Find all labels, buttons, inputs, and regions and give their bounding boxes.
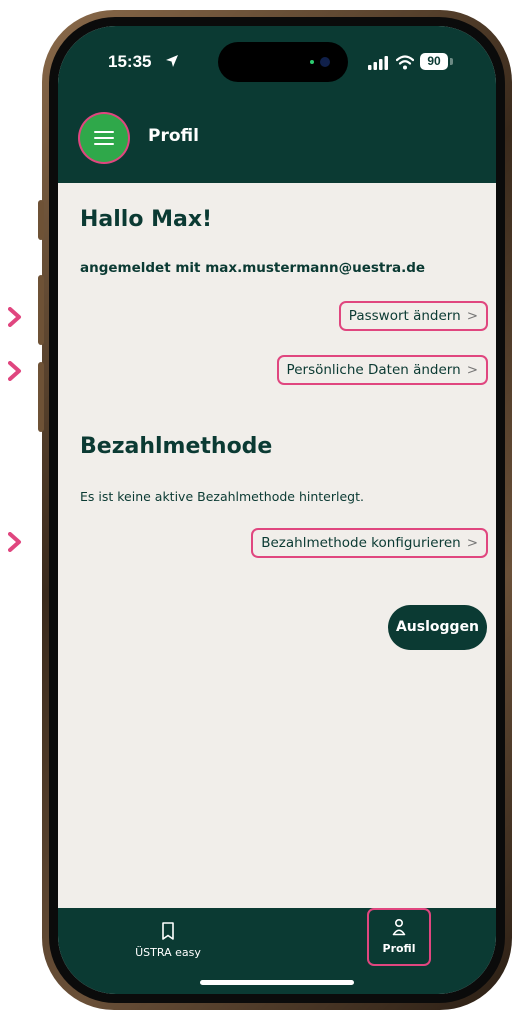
home-indicator[interactable] bbox=[200, 980, 354, 985]
signal-icon bbox=[368, 56, 388, 70]
chevron-right-icon: > bbox=[466, 535, 478, 551]
change-password-label: Passwort ändern bbox=[348, 308, 461, 324]
location-arrow-icon bbox=[166, 55, 178, 67]
person-icon bbox=[392, 918, 406, 936]
annotation-arrow-icon bbox=[8, 361, 21, 381]
configure-payment-label: Bezahlmethode konfigurieren bbox=[261, 535, 461, 551]
change-password-link[interactable]: Passwort ändern > bbox=[338, 301, 488, 331]
menu-button[interactable] bbox=[80, 114, 128, 162]
nav-item-ustra-easy[interactable]: ÜSTRA easy bbox=[118, 922, 218, 959]
annotation-arrow-icon bbox=[8, 532, 21, 552]
battery-indicator: 90 bbox=[420, 53, 448, 70]
annotation-arrow-icon bbox=[8, 307, 21, 327]
greeting-heading: Hallo Max! bbox=[80, 207, 213, 232]
app-screen: 15:35 90 Profil Hallo Max! angemeldet mi… bbox=[58, 26, 496, 994]
wifi-icon bbox=[396, 55, 414, 70]
chevron-right-icon: > bbox=[466, 308, 478, 324]
change-personal-data-link[interactable]: Persönliche Daten ändern > bbox=[276, 355, 488, 385]
page-title: Profil bbox=[148, 126, 199, 146]
payment-section-title: Bezahlmethode bbox=[80, 434, 273, 459]
privacy-indicator-dot bbox=[310, 60, 314, 64]
logout-button[interactable]: Ausloggen bbox=[388, 605, 487, 650]
phone-side-button bbox=[38, 200, 44, 240]
phone-side-button bbox=[38, 275, 44, 345]
ticket-icon bbox=[162, 922, 174, 940]
status-time: 15:35 bbox=[108, 52, 152, 71]
login-info-text: angemeldet mit max.mustermann@uestra.de bbox=[80, 260, 426, 276]
nav-label: Profil bbox=[382, 942, 416, 955]
nav-label: ÜSTRA easy bbox=[135, 946, 201, 959]
configure-payment-link[interactable]: Bezahlmethode konfigurieren > bbox=[251, 528, 488, 558]
change-personal-data-label: Persönliche Daten ändern bbox=[286, 362, 461, 378]
payment-info-text: Es ist keine aktive Bezahlmethode hinter… bbox=[80, 489, 364, 504]
nav-item-profil[interactable]: Profil bbox=[367, 908, 431, 966]
chevron-right-icon: > bbox=[466, 362, 478, 378]
battery-tip bbox=[450, 58, 453, 65]
camera-icon bbox=[320, 57, 330, 67]
phone-side-button bbox=[38, 362, 44, 432]
